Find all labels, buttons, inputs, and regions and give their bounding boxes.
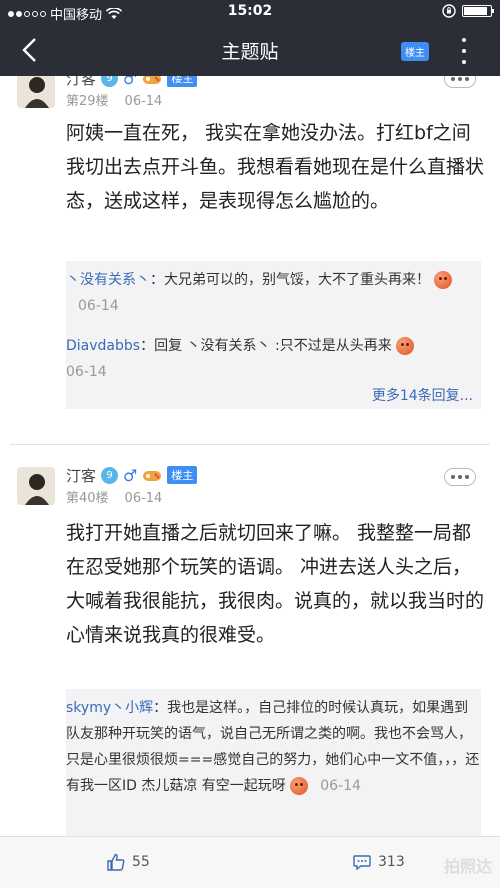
- floor-info: 第40楼 06-14: [66, 487, 197, 506]
- comment-icon: [353, 855, 371, 871]
- post-meta: 汀客 9 ♂ 楼主 第29楼 06-14: [66, 76, 198, 109]
- comment-count: 313: [378, 854, 405, 870]
- angry-face-icon: [434, 271, 453, 289]
- post-body: 阿姨一直在死， 我实在拿她没办法。打红bf之间我切出去点开斗鱼。我想看看她现在是…: [66, 122, 485, 212]
- rotation-lock-icon: [442, 4, 456, 18]
- game-controller-icon: [143, 76, 162, 84]
- reply-text: ：大兄弟可以的，别气馁，大不了重头再来！: [150, 272, 430, 288]
- level-badge: 9: [101, 466, 119, 484]
- owner-badge: 楼主: [167, 76, 198, 87]
- owner-badge: 楼主: [167, 466, 198, 484]
- watermark: 拍照达: [443, 857, 492, 876]
- more-options-icon[interactable]: [460, 38, 468, 64]
- reply-box: skymy丶小辉：我也是这样。，自己排位的时候认真玩，如果遇到队友那种开玩笑的语…: [66, 689, 481, 836]
- battery-icon: [462, 5, 494, 17]
- post-date: 06-14: [124, 491, 163, 506]
- reply-item[interactable]: skymy丶小辉：我也是这样。，自己排位的时候认真玩，如果遇到队友那种开玩笑的语…: [66, 695, 481, 799]
- thumbs-up-icon: [107, 853, 125, 871]
- post-more-button[interactable]: [444, 468, 476, 486]
- post-meta: 汀客 9 ♂ 楼主 第40楼 06-14: [66, 465, 198, 506]
- angry-face-icon: [290, 777, 309, 795]
- post-more-button[interactable]: [444, 76, 476, 88]
- game-controller-icon: [143, 471, 162, 481]
- post-body: 我打开她直播之后就切回来了嘛。 我整整一局都在忍受她那个玩笑的语调。 冲进去送人…: [66, 522, 485, 646]
- post-floor-40: 汀客 9 ♂ 楼主 第40楼 06-14 我打开她直播之后就切回来了嘛。 我整整一…: [0, 464, 500, 836]
- username[interactable]: 汀客: [66, 465, 96, 486]
- floor-number: 第40楼: [66, 491, 109, 506]
- like-count: 55: [132, 854, 150, 870]
- bottom-action-bar: 55 313 拍照达: [0, 836, 500, 888]
- reply-date: 06-14: [320, 778, 361, 794]
- post-date: 06-14: [124, 94, 163, 109]
- level-badge: 9: [101, 76, 119, 87]
- reply-author[interactable]: skymy丶小辉: [66, 700, 153, 716]
- clock: 15:02: [227, 3, 273, 19]
- post-list: 汀客 9 ♂ 楼主 第29楼 06-14 阿姨一直在死， 我实在拿她没办法。打红b…: [0, 76, 500, 836]
- comment-button[interactable]: 313: [352, 852, 405, 872]
- floor-info: 第29楼 06-14: [66, 90, 197, 109]
- reply-date: 06-14: [66, 364, 107, 380]
- post-floor-29: 汀客 9 ♂ 楼主 第29楼 06-14 阿姨一直在死， 我实在拿她没办法。打红b…: [0, 76, 500, 442]
- reply-box: 丶没有关系丶：大兄弟可以的，别气馁，大不了重头再来！ 06-14 Diavdab…: [66, 261, 481, 409]
- nav-bar: 主题贴 楼主: [0, 24, 500, 76]
- reply-text: ：回复 丶没有关系丶 :只不过是从头再来: [140, 338, 392, 354]
- status-right: [442, 4, 494, 18]
- male-icon: ♂: [123, 465, 138, 485]
- reply-item[interactable]: 丶没有关系丶：大兄弟可以的，别气馁，大不了重头再来！ 06-14: [66, 267, 481, 319]
- reply-date: 06-14: [78, 298, 119, 314]
- owner-only-button[interactable]: 楼主: [401, 42, 429, 61]
- floor-number: 第29楼: [66, 94, 109, 109]
- reply-author[interactable]: 丶没有关系丶: [66, 272, 150, 288]
- reply-item[interactable]: Diavdabbs：回复 丶没有关系丶 :只不过是从头再来 06-14: [66, 333, 481, 385]
- status-bar: 中国移动 15:02: [0, 0, 500, 24]
- post-divider: [10, 444, 490, 445]
- like-button[interactable]: 55: [106, 852, 150, 872]
- avatar[interactable]: [17, 467, 55, 505]
- reply-author[interactable]: Diavdabbs: [66, 338, 140, 354]
- more-replies-link[interactable]: 更多14条回复...: [372, 385, 473, 405]
- username[interactable]: 汀客: [66, 76, 96, 89]
- angry-face-icon: [396, 337, 415, 355]
- avatar[interactable]: [17, 76, 55, 108]
- male-icon: ♂: [123, 76, 138, 88]
